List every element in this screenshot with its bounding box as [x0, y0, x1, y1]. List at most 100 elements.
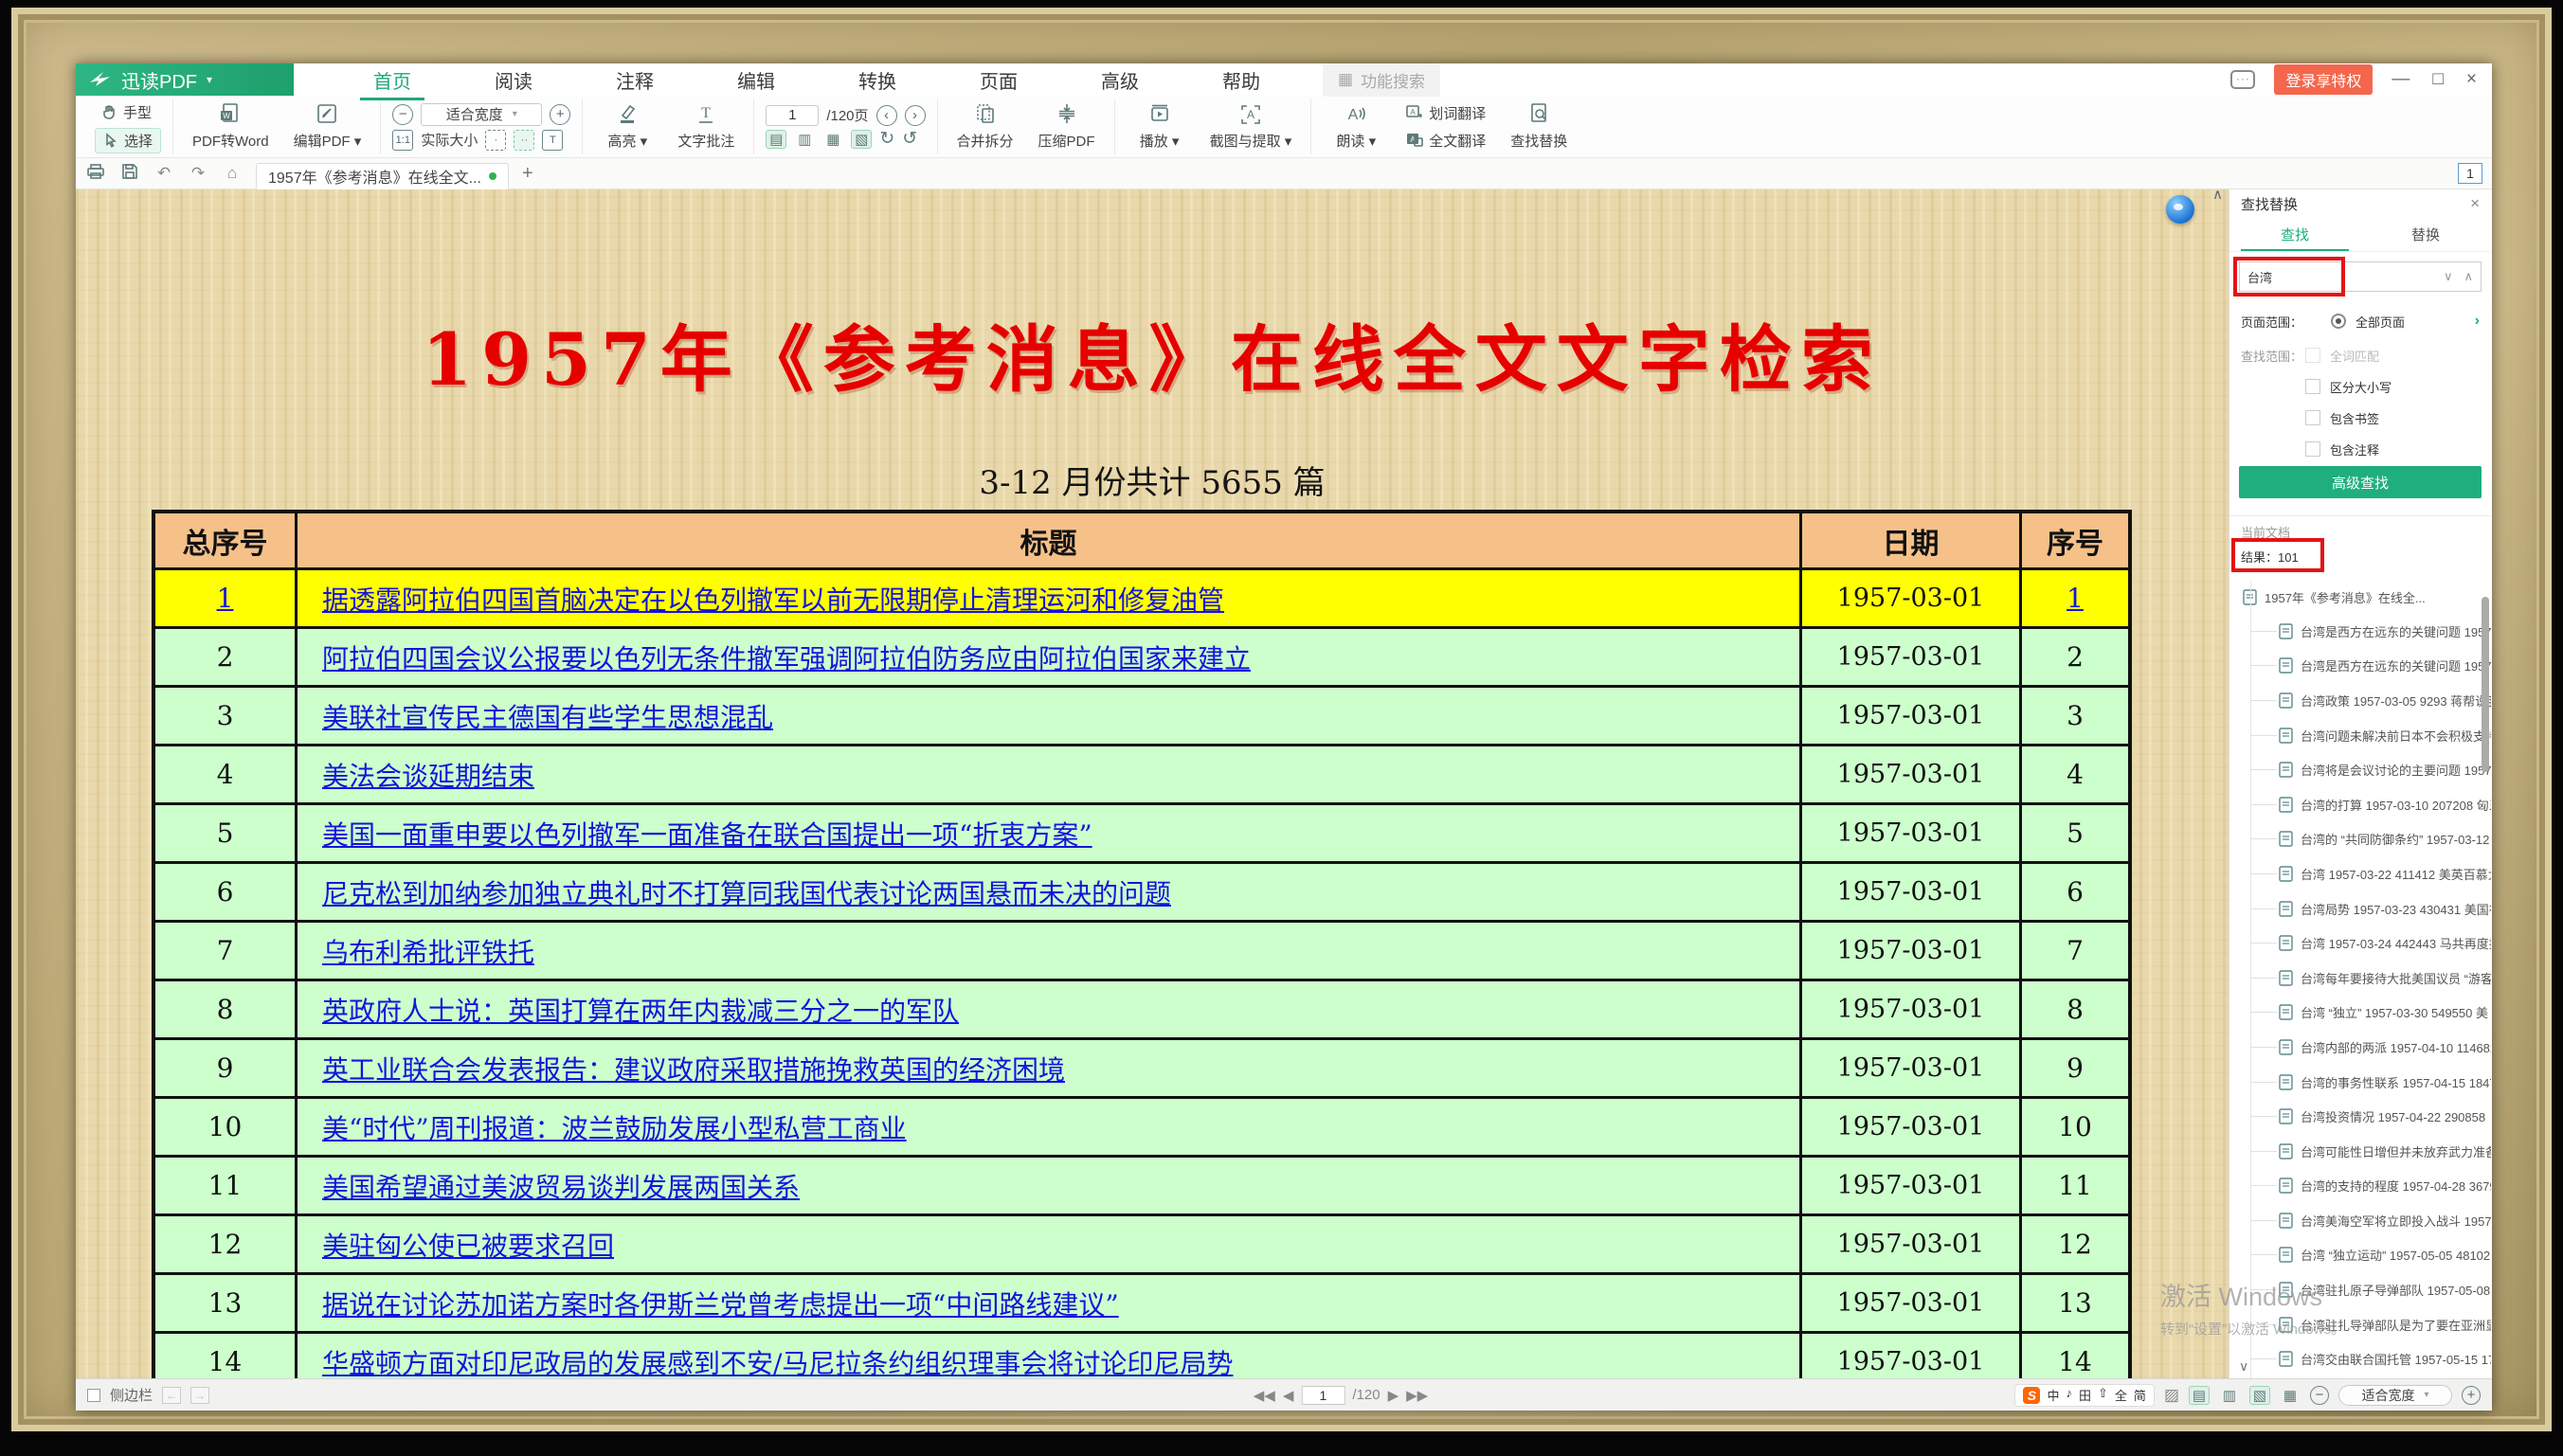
- panel-tab-2[interactable]: 替换: [2360, 218, 2491, 251]
- single-page-icon[interactable]: ▤: [766, 130, 786, 149]
- panel-scrollbar-thumb[interactable]: [2482, 597, 2489, 772]
- article-link[interactable]: 美国希望通过美波贸易谈判发展两国关系: [322, 1167, 800, 1205]
- next-page-icon[interactable]: ▶: [1388, 1387, 1399, 1404]
- result-item[interactable]: 台湾 1957-03-24 442443 马共再度提: [2229, 926, 2491, 961]
- two-page-icon[interactable]: ▥: [794, 130, 815, 149]
- print-icon[interactable]: [85, 164, 106, 184]
- panel-tab-1[interactable]: 查找: [2229, 218, 2360, 251]
- zoom-out-button[interactable]: −: [392, 104, 413, 125]
- status-continuous-icon[interactable]: ▧: [2249, 1386, 2270, 1405]
- status-continuous-two-icon[interactable]: ▦: [2280, 1386, 2301, 1405]
- prev-page-button[interactable]: ‹: [876, 105, 897, 126]
- function-search-box[interactable]: ▦ 功能搜索: [1323, 63, 1440, 97]
- article-link[interactable]: 据透露阿拉伯四国首脑决定在以色列撤军以前无限期停止清理运河和修复油管: [322, 580, 1224, 618]
- fit-page-icon[interactable]: ·: [485, 130, 506, 151]
- read-aloud-button[interactable]: A 朗读 ▾: [1323, 102, 1389, 151]
- undo-icon[interactable]: ↶: [153, 164, 174, 183]
- panel-close-icon[interactable]: ×: [2470, 194, 2480, 213]
- result-item[interactable]: 台湾局势 1957-03-23 430431 美国在: [2229, 891, 2491, 926]
- document-tab[interactable]: 1957年《参考消息》在线全文...: [256, 163, 509, 189]
- merge-split-button[interactable]: 合并拆分: [949, 102, 1021, 151]
- checkbox-icon[interactable]: [2305, 348, 2320, 363]
- prev-page-icon[interactable]: ◀: [1283, 1387, 1294, 1404]
- status-zoom-out-button[interactable]: −: [2310, 1386, 2329, 1405]
- rotate-left-icon[interactable]: ↺: [902, 130, 917, 148]
- find-next-icon[interactable]: ∨: [2444, 269, 2453, 284]
- menu-tab-8[interactable]: 帮助: [1217, 63, 1266, 98]
- result-item[interactable]: 台湾问题未解决前日本不会积极支持我: [2229, 718, 2491, 753]
- result-item[interactable]: 台湾内部的两派 1957-04-10 114682: [2229, 1030, 2491, 1065]
- compress-pdf-button[interactable]: 压缩PDF: [1031, 102, 1103, 151]
- assistant-floating-button[interactable]: [2166, 195, 2194, 224]
- checkbox-icon[interactable]: [2305, 410, 2320, 425]
- hand-tool-button[interactable]: 手型: [95, 100, 161, 124]
- checkbox-icon[interactable]: [2305, 379, 2320, 394]
- advanced-search-button[interactable]: 高级查找: [2239, 466, 2482, 498]
- result-item[interactable]: 台湾可能性日增但并未放弃武力准备 1: [2229, 1134, 2491, 1169]
- app-logo[interactable]: 迅读PDF ▾: [76, 63, 294, 96]
- result-item[interactable]: 台湾是西方在远东的关键问题 1957-0: [2229, 649, 2491, 684]
- last-page-icon[interactable]: ▶▶: [1406, 1387, 1428, 1404]
- history-forward-button[interactable]: →: [190, 1387, 209, 1404]
- pdf-to-word-button[interactable]: W PDF转Word: [185, 102, 277, 151]
- menu-tab-7[interactable]: 高级: [1095, 63, 1145, 98]
- next-page-button[interactable]: ›: [905, 105, 926, 126]
- chevron-right-icon[interactable]: ›: [2475, 313, 2480, 330]
- highlight-button[interactable]: 高亮 ▾: [594, 102, 660, 151]
- article-link[interactable]: 美法会谈延期结束: [322, 756, 534, 794]
- find-prev-icon[interactable]: ∧: [2464, 269, 2473, 284]
- result-root-item[interactable]: 1957年《参考消息》在线全...: [2229, 580, 2491, 614]
- text-annotation-button[interactable]: T 文字批注: [670, 102, 742, 151]
- article-link[interactable]: 美驻匈公使已被要求召回: [322, 1226, 614, 1264]
- scroll-down-icon[interactable]: ∨: [2239, 1358, 2248, 1375]
- rotate-right-icon[interactable]: ↻: [879, 130, 894, 148]
- result-item[interactable]: 台湾的支持的程度 1957-04-28 36793: [2229, 1169, 2491, 1204]
- result-item[interactable]: 台湾驻扎导弹部队是为了要在亚洲显示: [2229, 1307, 2491, 1342]
- select-tool-button[interactable]: 选择: [95, 128, 161, 153]
- result-item[interactable]: 台湾每年要接待大批美国议员 “游客”: [2229, 961, 2491, 996]
- result-item[interactable]: 台湾交由联合国托管 1957-05-15 176: [2229, 1341, 2491, 1376]
- result-item[interactable]: 台湾的 “共同防御条约” 1957-03-12: [2229, 822, 2491, 857]
- restore-button[interactable]: □: [2432, 69, 2443, 90]
- article-link[interactable]: 阿拉伯四国会议公报要以色列无条件撤军强调阿拉伯防务应由阿拉伯国家来建立: [322, 638, 1251, 676]
- status-two-page-icon[interactable]: ▥: [2219, 1386, 2240, 1405]
- sidebar-checkbox[interactable]: [87, 1389, 100, 1402]
- close-button[interactable]: ×: [2466, 69, 2477, 90]
- article-link[interactable]: 尼克松到加纳参加独立典礼时不打算同我国代表讨论两国悬而未决的问题: [322, 873, 1171, 911]
- history-back-button[interactable]: ←: [162, 1387, 181, 1404]
- article-link[interactable]: 据说在讨论苏加诺方案时各伊斯兰党曾考虑提出一项“中间路线建议”: [322, 1285, 1119, 1322]
- feedback-chat-icon[interactable]: ···: [2230, 70, 2255, 89]
- nav-page-input[interactable]: [1301, 1386, 1345, 1405]
- scroll-up-arrow[interactable]: ∧: [2212, 189, 2223, 203]
- article-link[interactable]: 美“时代”周刊报道：波兰鼓励发展小型私营工商业: [322, 1108, 907, 1146]
- redo-icon[interactable]: ↷: [188, 164, 208, 183]
- home-icon[interactable]: ⌂: [222, 164, 243, 183]
- all-pages-radio[interactable]: [2331, 314, 2346, 329]
- menu-tab-6[interactable]: 页面: [974, 63, 1023, 98]
- menu-tab-3[interactable]: 注释: [610, 63, 659, 98]
- result-item[interactable]: 台湾是西方在远东的关键问题 1957-0: [2229, 614, 2491, 649]
- background-toggle-icon[interactable]: ▨: [2164, 1386, 2179, 1405]
- article-link[interactable]: 美国一面重申要以色列撤军一面准备在联合国提出一项“折衷方案”: [322, 815, 1092, 853]
- zoom-in-button[interactable]: +: [550, 104, 570, 125]
- word-translate-button[interactable]: A 划词翻译: [1399, 101, 1493, 125]
- result-item[interactable]: 台湾的事务性联系 1957-04-15 18475: [2229, 1065, 2491, 1100]
- result-item[interactable]: 台湾美海空军将立即投入战斗 1957-0: [2229, 1203, 2491, 1238]
- result-item[interactable]: 台湾将是会议讨论的主要问题 1957-0: [2229, 752, 2491, 787]
- result-item[interactable]: 台湾 “独立运动” 1957-05-05 48102: [2229, 1238, 2491, 1273]
- text-mode-icon[interactable]: T: [542, 130, 563, 151]
- four-page-icon[interactable]: ▦: [822, 130, 843, 149]
- menu-tab-4[interactable]: 编辑: [731, 63, 781, 98]
- status-fit-select[interactable]: 适合宽度▾: [2338, 1385, 2452, 1406]
- result-item[interactable]: 台湾 “独立” 1957-03-30 549550 美: [2229, 996, 2491, 1031]
- ime-toolbar[interactable]: S 中♪田⇧全简: [2014, 1384, 2154, 1407]
- save-icon[interactable]: [119, 164, 140, 184]
- continuous-page-icon[interactable]: ▧: [851, 130, 872, 149]
- first-page-icon[interactable]: ◀◀: [1254, 1387, 1275, 1404]
- menu-tab-1[interactable]: 首页: [368, 63, 417, 98]
- minimize-button[interactable]: —: [2392, 69, 2410, 90]
- page-number-input[interactable]: [766, 105, 819, 126]
- status-zoom-in-button[interactable]: +: [2462, 1386, 2481, 1405]
- result-item[interactable]: 台湾的打算 1957-03-10 207208 匈牙: [2229, 787, 2491, 822]
- actual-size-icon[interactable]: 1:1: [392, 130, 413, 151]
